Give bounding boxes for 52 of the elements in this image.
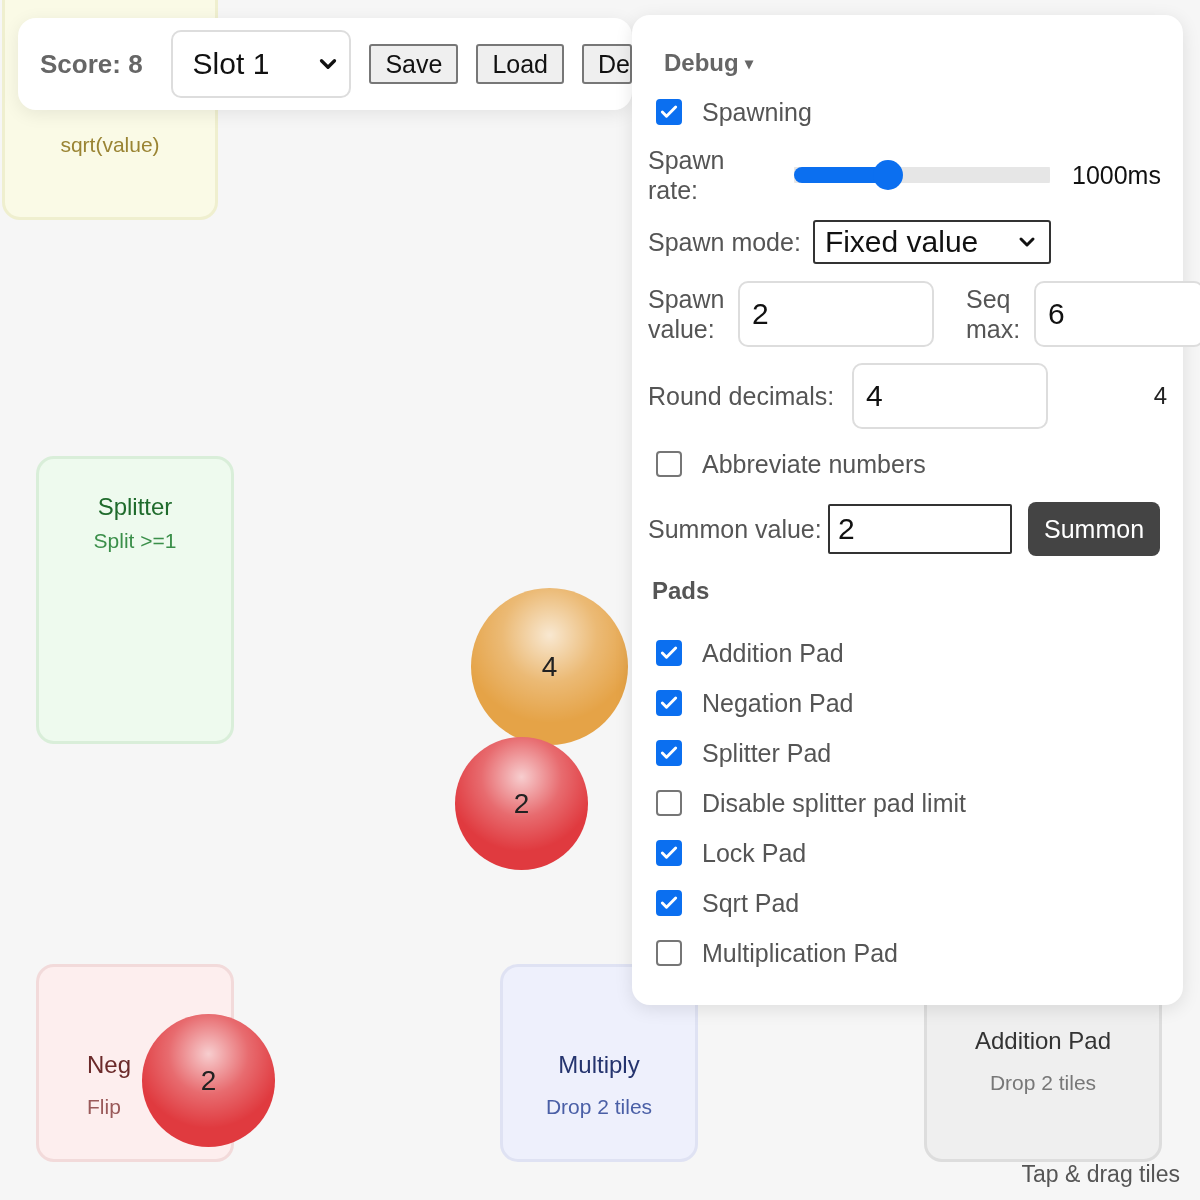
pad-description: Drop 2 tiles	[989, 1071, 1097, 1095]
number-tile[interactable]: 4	[471, 588, 628, 745]
field-label: Round decimals:	[648, 381, 836, 411]
slot-dropdown[interactable]: Slot 1	[170, 30, 352, 98]
checkbox-label: Spawning	[702, 97, 812, 127]
pad-title: Addition Pad	[974, 1027, 1112, 1055]
checkbox-label: Multiplication Pad	[702, 938, 898, 968]
checkbox[interactable]	[656, 640, 682, 666]
checkbox[interactable]	[656, 740, 682, 766]
checkbox[interactable]	[656, 690, 682, 716]
number-tile[interactable]: 2	[455, 737, 588, 870]
pad-title: Multiply	[558, 1051, 640, 1079]
checkbox-label: Sqrt Pad	[702, 888, 800, 918]
spawn-value-input[interactable]: 2	[738, 281, 934, 347]
checkbox-label: Negation Pad	[702, 688, 854, 718]
seq-max-input[interactable]: 6	[1034, 281, 1200, 347]
checkbox[interactable]	[656, 940, 682, 966]
slider-reading: 1000ms	[1072, 160, 1161, 190]
field-label: Spawn rate:	[648, 145, 726, 205]
checkbox-label: Splitter Pad	[702, 738, 832, 768]
score-label: Score: 8	[40, 48, 143, 80]
field-label: Spawn value:	[648, 284, 726, 344]
toolbar-button[interactable]: De	[582, 44, 632, 84]
toolbar-button[interactable]: Load	[476, 44, 565, 84]
section-heading: Pads	[652, 577, 710, 605]
toolbar-button[interactable]: Save	[369, 44, 459, 84]
pad-description: Drop 2 tiles	[545, 1095, 653, 1119]
round-decimals-input[interactable]: 4	[852, 363, 1048, 429]
checkbox[interactable]	[656, 890, 682, 916]
checkbox-label: Abbreviate numbers	[702, 449, 926, 479]
summon-button[interactable]: Summon	[1028, 502, 1161, 556]
pad-description: Split >=1	[93, 529, 177, 553]
pad-description: Flip	[87, 1095, 121, 1119]
debug-menu-button[interactable]: Debug ▾	[664, 45, 753, 81]
checkbox[interactable]	[656, 790, 682, 816]
pad-title: Splitter	[97, 493, 173, 521]
checkbox-label: Disable splitter pad limit	[702, 788, 966, 818]
field-label: Summon value:	[648, 514, 823, 544]
checkbox[interactable]	[656, 99, 682, 125]
field-label: Spawn mode:	[648, 227, 801, 257]
slider-thumb[interactable]	[873, 160, 904, 190]
summon-value-input[interactable]: 2	[828, 504, 1012, 554]
field-label: Seq max:	[966, 284, 1022, 344]
checkbox-label: Lock Pad	[702, 838, 807, 868]
decimals-reading: 4	[1153, 382, 1167, 410]
checkbox[interactable]	[656, 451, 682, 477]
checkbox-label: Addition Pad	[702, 638, 844, 668]
hint-text: Tap & drag tiles	[1021, 1161, 1180, 1188]
pad-title: Neg	[87, 1051, 132, 1079]
checkbox[interactable]	[656, 840, 682, 866]
pad-description: sqrt(value)	[60, 133, 160, 157]
spawn-mode-dropdown[interactable]: Fixed value	[812, 220, 1051, 264]
